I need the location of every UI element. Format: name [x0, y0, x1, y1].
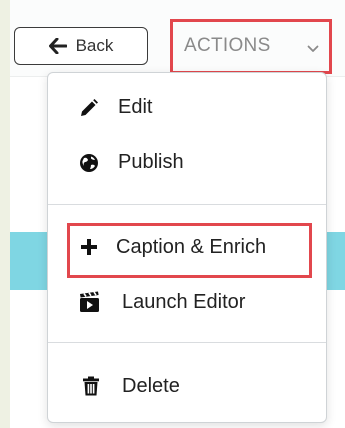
plus-icon: [78, 236, 100, 258]
menu-item-caption-enrich[interactable]: Caption & Enrich: [0, 228, 278, 268]
menu-item-label: Delete: [122, 375, 180, 397]
menu-item-launch-editor[interactable]: Launch Editor: [0, 283, 278, 323]
trash-icon: [80, 375, 102, 397]
actions-dropdown-button[interactable]: ACTIONS: [181, 27, 328, 65]
pencil-icon: [78, 97, 100, 119]
actions-button-label: ACTIONS: [184, 35, 271, 56]
menu-item-label: Publish: [118, 151, 184, 173]
menu-item-label: Launch Editor: [122, 291, 246, 313]
menu-item-label: Edit: [118, 96, 153, 118]
arrow-left-icon: [48, 38, 67, 54]
menu-item-label: Caption & Enrich: [116, 236, 267, 258]
menu-item-delete[interactable]: Delete: [0, 367, 278, 407]
menu-divider: [48, 342, 326, 343]
menu-item-publish[interactable]: Publish: [0, 143, 278, 183]
chevron-down-icon: [307, 40, 319, 58]
back-button-label: Back: [75, 36, 114, 55]
globe-icon: [78, 152, 100, 174]
menu-item-edit[interactable]: Edit: [0, 88, 278, 128]
back-button[interactable]: Back: [14, 27, 148, 65]
clapperboard-icon: [79, 291, 101, 313]
menu-divider: [48, 204, 326, 205]
